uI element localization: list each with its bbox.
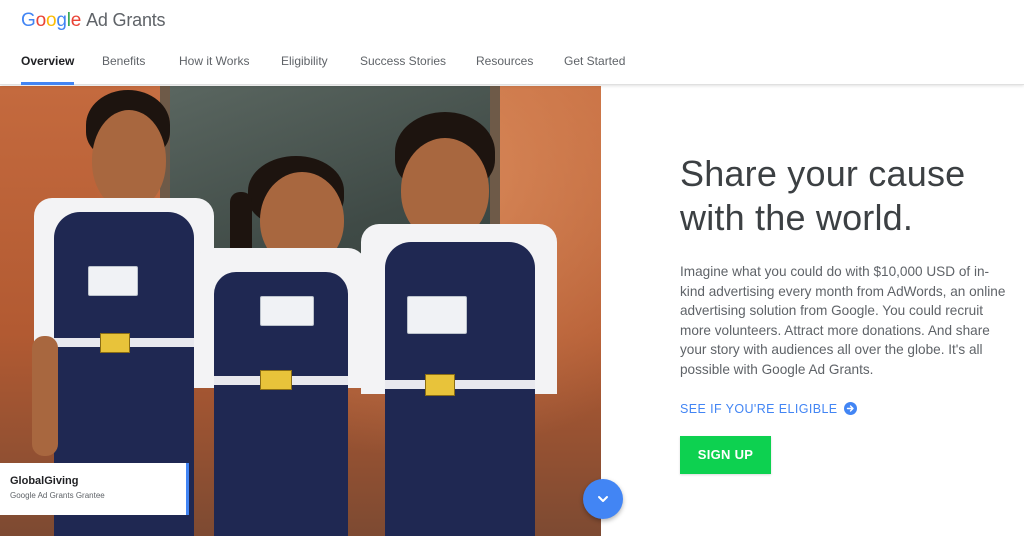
photo-girl-middle bbox=[190, 156, 370, 536]
product-name: Ad Grants bbox=[86, 10, 166, 30]
brand-logo[interactable]: Google Ad Grants bbox=[21, 10, 166, 34]
logo-letter: e bbox=[70, 10, 82, 31]
logo-letter: G bbox=[21, 10, 36, 31]
arrow-right-circle-icon bbox=[843, 402, 857, 416]
site-header: Google Ad Grants Overview Benefits How i… bbox=[0, 0, 1024, 85]
hero-content: Share your cause with the world. Imagine… bbox=[680, 152, 1010, 474]
caption-org-name: GlobalGiving bbox=[10, 475, 79, 487]
google-wordmark: Google bbox=[21, 10, 81, 32]
nav-tab-success-stories[interactable]: Success Stories bbox=[360, 48, 446, 74]
eligibility-link-label: SEE IF YOU'RE ELIGIBLE bbox=[680, 401, 838, 416]
chevron-down-icon bbox=[598, 496, 608, 502]
logo-letter: o bbox=[45, 10, 57, 31]
nav-tab-overview[interactable]: Overview bbox=[21, 48, 75, 85]
nav-tab-benefits[interactable]: Benefits bbox=[102, 48, 145, 74]
headline-line: Share your cause bbox=[680, 153, 966, 194]
nav-tab-resources[interactable]: Resources bbox=[476, 48, 533, 74]
nav-tab-eligibility[interactable]: Eligibility bbox=[281, 48, 328, 74]
photo-caption: GlobalGiving Google Ad Grants Grantee bbox=[0, 463, 189, 515]
headline-line: with the world. bbox=[680, 197, 914, 238]
page-headline: Share your cause with the world. bbox=[680, 152, 1010, 240]
logo-letter: g bbox=[56, 10, 67, 31]
intro-paragraph: Imagine what you could do with $10,000 U… bbox=[680, 264, 1006, 377]
scroll-down-button[interactable] bbox=[583, 479, 623, 519]
photo-girl-right bbox=[355, 112, 565, 536]
eligibility-link[interactable]: SEE IF YOU'RE ELIGIBLE bbox=[680, 402, 1010, 416]
logo-letter: o bbox=[35, 10, 47, 31]
sign-up-button[interactable]: SIGN UP bbox=[680, 435, 771, 474]
nav-tab-get-started[interactable]: Get Started bbox=[564, 48, 625, 74]
nav-tab-how-it-works[interactable]: How it Works bbox=[179, 48, 249, 74]
caption-subtitle: Google Ad Grants Grantee bbox=[10, 491, 105, 500]
